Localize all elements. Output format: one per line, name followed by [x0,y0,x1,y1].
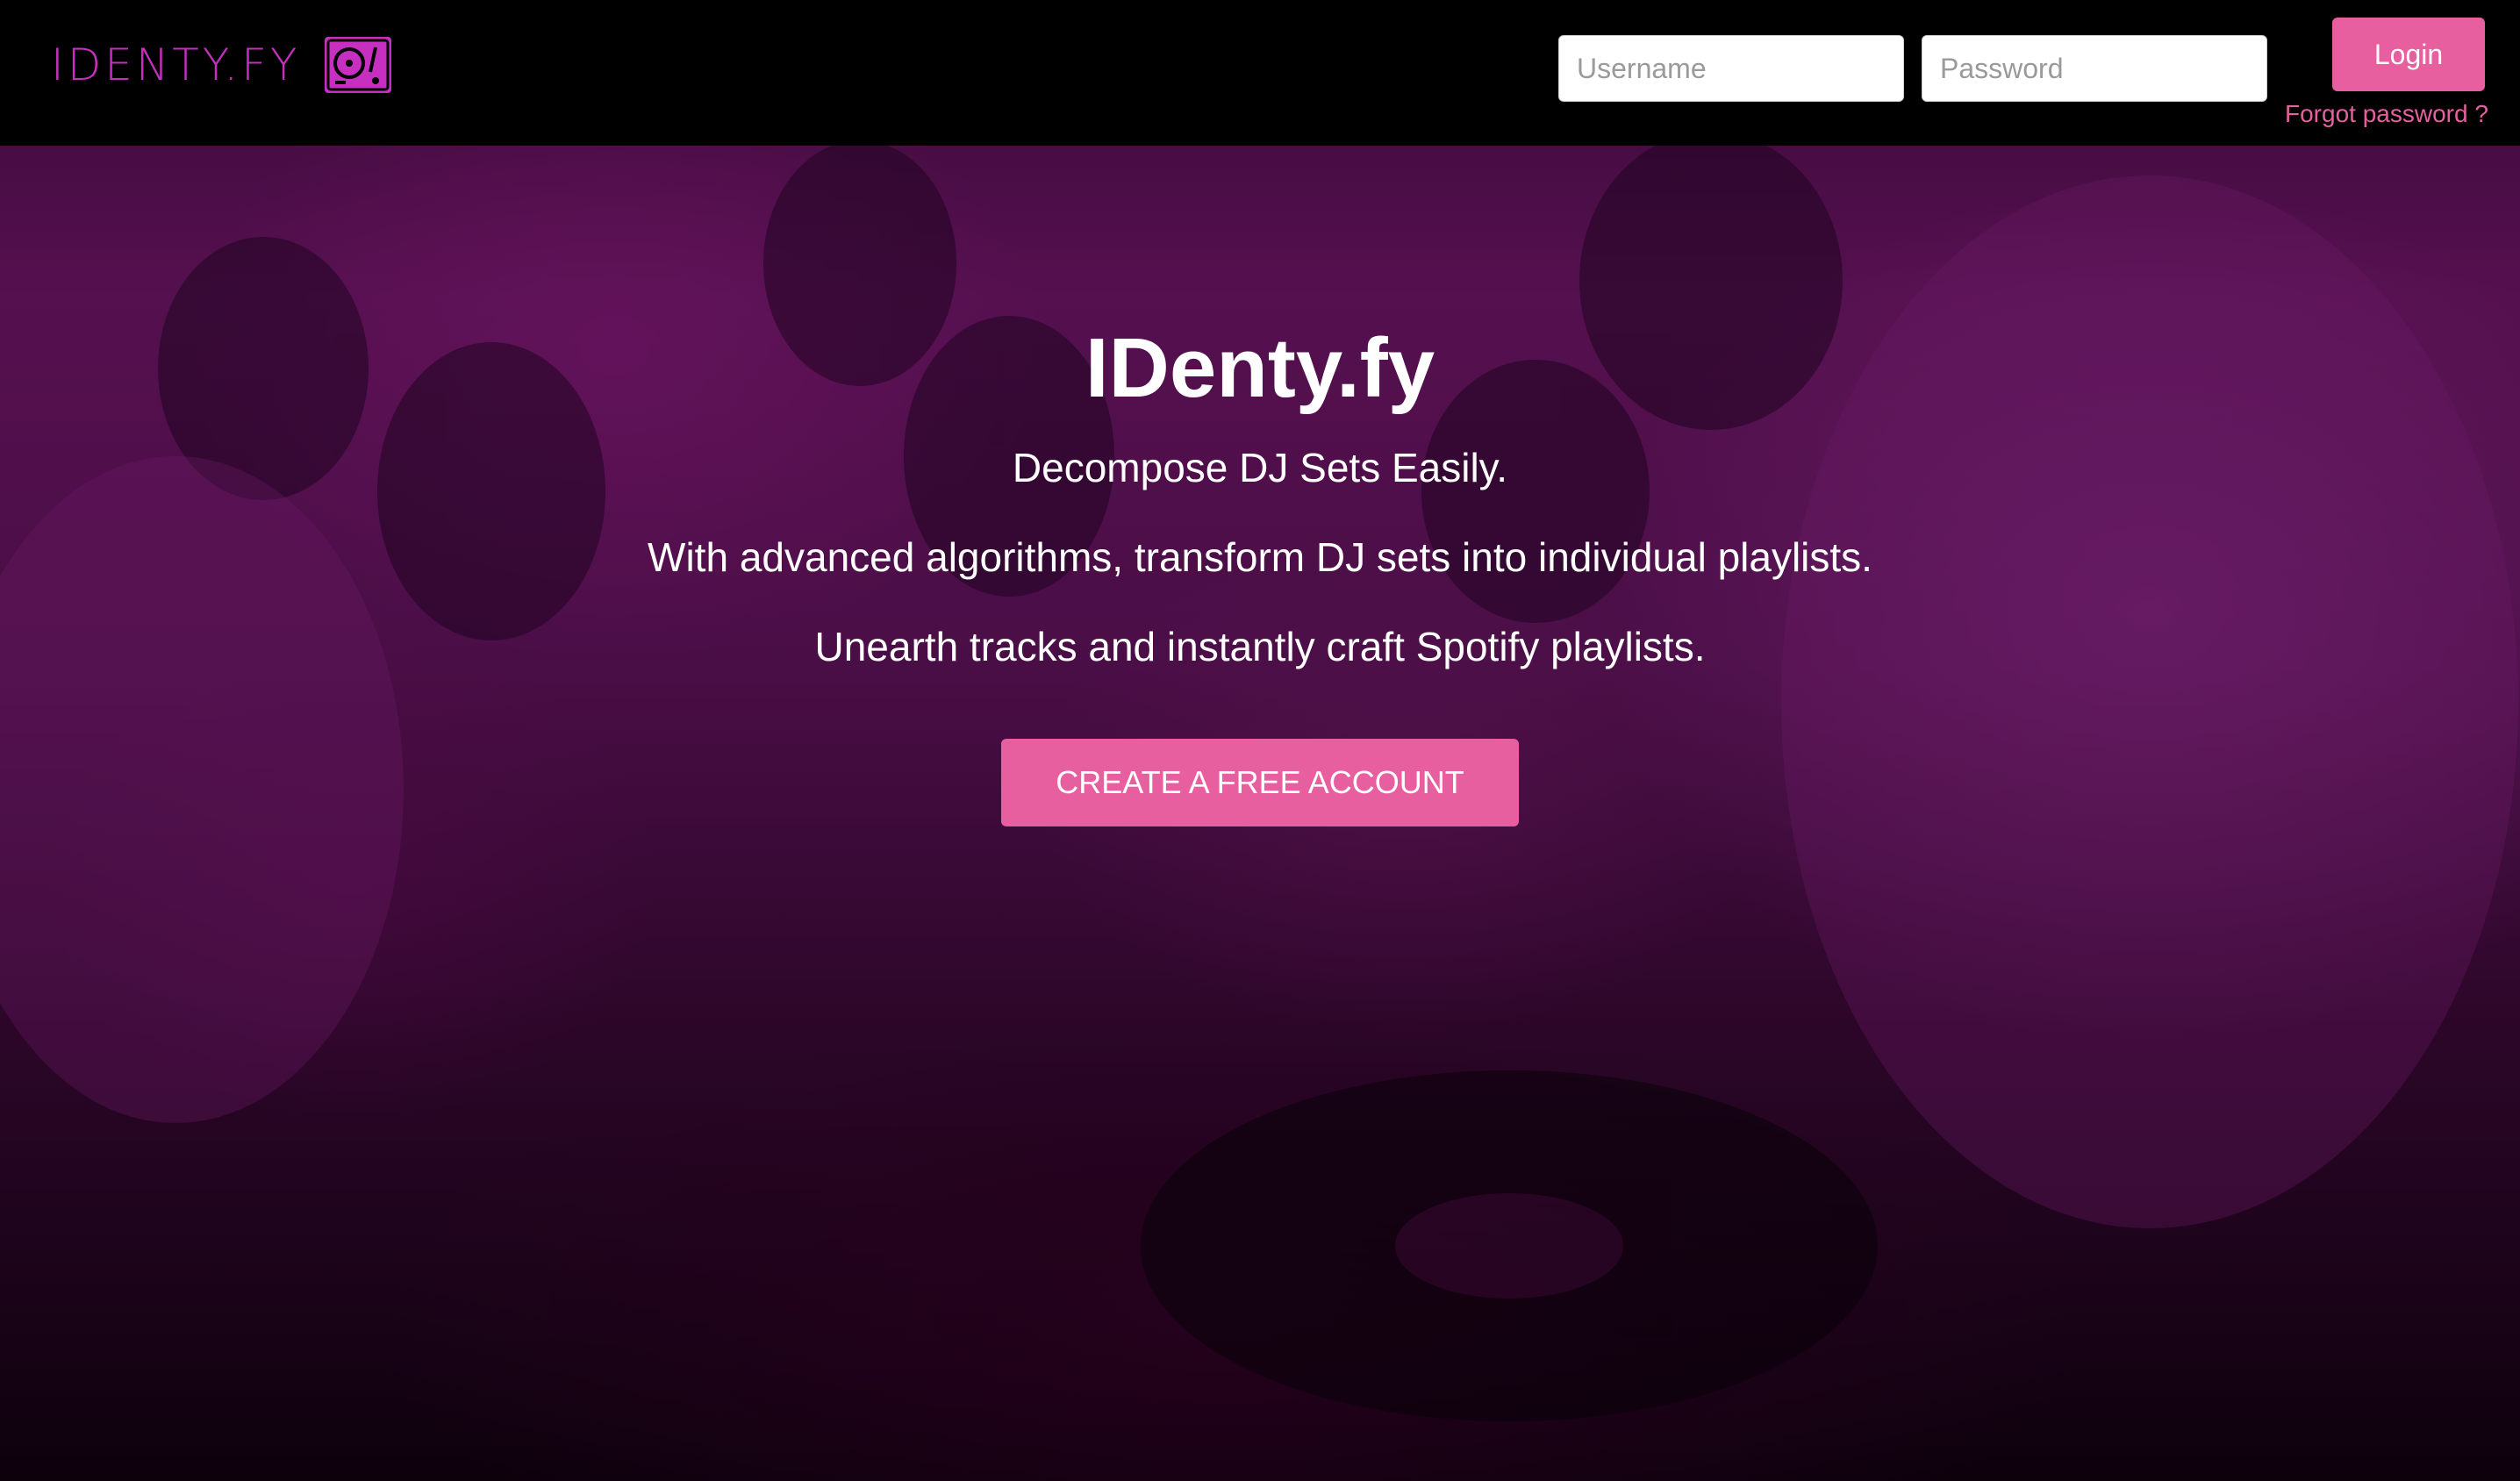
logo-text: IDENTY.FY [51,39,301,90]
hero-tagline: Decompose DJ Sets Easily. [1012,445,1508,490]
login-button[interactable]: Login [2332,18,2485,91]
hero-title: IDenty.fy [1085,321,1435,415]
hero-description: With advanced algorithms, transform DJ s… [648,534,1872,580]
hero-section: IDenty.fy Decompose DJ Sets Easily. With… [0,316,2520,826]
username-input[interactable] [1558,35,1904,102]
create-account-button[interactable]: CREATE A FREE ACCOUNT [1001,739,1519,826]
hero-description-secondary: Unearth tracks and instantly craft Spoti… [814,624,1706,669]
password-input[interactable] [1922,35,2267,102]
logo[interactable]: IDENTY.FY [51,37,392,93]
page: IDENTY.FY Login Forgot password ? IDenty… [0,0,2520,1481]
forgot-password-link[interactable]: Forgot password ? [2285,100,2488,128]
top-bar: IDENTY.FY Login Forgot password ? [0,0,2520,146]
turntable-icon [325,37,392,93]
